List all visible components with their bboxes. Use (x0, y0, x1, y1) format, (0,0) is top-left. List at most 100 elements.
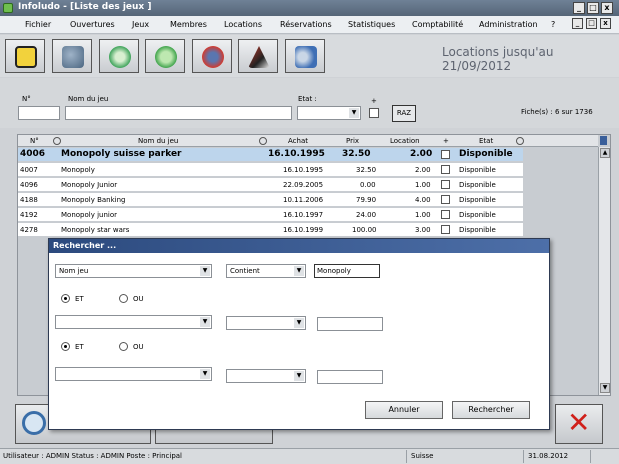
table-row[interactable]: 4096 Monopoly Junior 22.09.2005 0.00 1.0… (18, 178, 523, 192)
home-icon (248, 46, 270, 68)
menu-bar: Fichier Ouvertures Jeux Membres Location… (0, 16, 619, 34)
cell-etat: Disponible (459, 211, 496, 219)
chevron-down-icon: ▼ (200, 266, 210, 276)
close-icon: ✕ (567, 406, 591, 439)
criterion3-field-select[interactable]: ▼ (55, 367, 212, 381)
col-prix[interactable]: Prix (346, 137, 359, 145)
child-minimize-button[interactable]: _ (572, 18, 583, 29)
ou-radio-1[interactable] (119, 294, 128, 303)
cell-etat: Disponible (459, 226, 496, 234)
menu-locations[interactable]: Locations (224, 20, 262, 29)
return-button[interactable] (192, 39, 232, 73)
search-icon[interactable] (516, 137, 524, 145)
ou-label-2: OU (133, 343, 144, 351)
ou-radio-2[interactable] (119, 342, 128, 351)
filter-etat-select[interactable]: ▼ (297, 106, 361, 120)
col-nom[interactable]: Nom du jeu (138, 137, 178, 145)
criterion1-value-input[interactable]: Monopoly (314, 264, 380, 278)
menu-help[interactable]: ? (551, 20, 555, 29)
close-window-button[interactable]: x (601, 2, 613, 14)
refresh-button[interactable] (99, 39, 139, 73)
scroll-down-icon[interactable]: ▼ (600, 383, 610, 393)
menu-administration[interactable]: Administration (479, 20, 538, 29)
criterion3-value-input[interactable] (317, 370, 383, 384)
col-plus[interactable]: + (443, 137, 449, 145)
et-radio-1[interactable] (61, 294, 70, 303)
rechercher-button[interactable]: Rechercher (452, 401, 530, 419)
row-checkbox[interactable] (441, 225, 450, 234)
minimize-button[interactable]: _ (573, 2, 585, 14)
status-country: Suisse (411, 452, 434, 460)
row-checkbox[interactable] (441, 210, 450, 219)
child-close-button[interactable]: x (600, 18, 611, 29)
menu-comptabilite[interactable]: Comptabilité (412, 20, 463, 29)
user-chat-button[interactable] (285, 39, 325, 73)
cell-etat: Disponible (459, 181, 496, 189)
table-row[interactable]: 4188 Monopoly Banking 10.11.2006 79.90 4… (18, 193, 523, 207)
cell-prix: 24.00 (356, 211, 377, 219)
criterion1-field-select[interactable]: Nom jeu ▼ (55, 264, 212, 278)
col-etat[interactable]: Etat (479, 137, 493, 145)
cell-achat: 22.09.2005 (283, 181, 324, 189)
cell-location: 1.00 (415, 211, 431, 219)
menu-reservations[interactable]: Réservations (280, 20, 332, 29)
members-button[interactable] (52, 39, 92, 73)
cancel-button[interactable]: Annuler (365, 401, 443, 419)
cell-nom: Monopoly star wars (61, 226, 130, 234)
cell-nom: Monopoly junior (61, 211, 118, 219)
filter-etat-label: Etat : (298, 95, 317, 103)
row-checkbox[interactable] (441, 180, 450, 189)
cell-no: 4188 (20, 196, 38, 204)
maximize-button[interactable]: □ (587, 2, 599, 14)
home-button[interactable] (238, 39, 278, 73)
recycle-button[interactable] (145, 39, 185, 73)
cell-location: 2.00 (415, 166, 431, 174)
menu-membres[interactable]: Membres (170, 20, 207, 29)
filter-plus-checkbox[interactable] (369, 108, 379, 118)
criterion1-operator-select[interactable]: Contient ▼ (226, 264, 306, 278)
title-bar: Infoludo - [Liste des jeux ] _ □ x (0, 0, 619, 16)
cell-achat: 10.11.2006 (283, 196, 324, 204)
filter-no-input[interactable] (18, 106, 60, 120)
criterion2-value-input[interactable] (317, 317, 383, 331)
row-checkbox[interactable] (441, 165, 450, 174)
cell-nom: Monopoly (61, 166, 95, 174)
criterion2-field-select[interactable]: ▼ (55, 315, 212, 329)
cell-nom: Monopoly suisse parker (61, 149, 182, 159)
close-button[interactable]: ✕ (555, 404, 603, 444)
cell-location: 3.00 (415, 226, 431, 234)
cell-prix: 0.00 (360, 181, 376, 189)
table-row[interactable]: 4192 Monopoly junior 16.10.1997 24.00 1.… (18, 208, 523, 222)
cell-nom: Monopoly Junior (61, 181, 118, 189)
table-header: N° Nom du jeu Achat Prix Location + Etat (18, 135, 607, 147)
table-scrollbar[interactable]: ▲ ▼ (598, 147, 610, 395)
row-checkbox[interactable] (441, 195, 450, 204)
col-location[interactable]: Location (390, 137, 420, 145)
menu-statistiques[interactable]: Statistiques (348, 20, 395, 29)
search-icon[interactable] (53, 137, 61, 145)
col-no[interactable]: N° (30, 137, 39, 145)
table-row[interactable]: 4006 Monopoly suisse parker 16.10.1995 3… (18, 148, 523, 162)
criterion3-operator-select[interactable]: ▼ (226, 369, 306, 383)
cell-no: 4006 (20, 149, 46, 159)
trash-icon[interactable] (600, 136, 607, 145)
criterion2-operator-select[interactable]: ▼ (226, 316, 306, 330)
et-radio-2[interactable] (61, 342, 70, 351)
filter-name-input[interactable] (65, 106, 292, 120)
menu-fichier[interactable]: Fichier (25, 20, 51, 29)
col-achat[interactable]: Achat (288, 137, 308, 145)
dice-icon (15, 46, 37, 68)
games-button[interactable] (5, 39, 45, 73)
child-restore-button[interactable]: □ (586, 18, 597, 29)
menu-jeux[interactable]: Jeux (132, 20, 149, 29)
row-checkbox[interactable] (441, 150, 450, 159)
dialog-title: Rechercher ... (49, 239, 549, 253)
cell-etat: Disponible (459, 166, 496, 174)
return-icon (202, 46, 224, 68)
scroll-up-icon[interactable]: ▲ (600, 148, 610, 158)
raz-button[interactable]: RAZ (392, 105, 416, 122)
search-icon[interactable] (259, 137, 267, 145)
table-row[interactable]: 4278 Monopoly star wars 16.10.1999 100.0… (18, 223, 523, 237)
menu-ouvertures[interactable]: Ouvertures (70, 20, 115, 29)
table-row[interactable]: 4007 Monopoly 16.10.1995 32.50 2.00 Disp… (18, 163, 523, 177)
